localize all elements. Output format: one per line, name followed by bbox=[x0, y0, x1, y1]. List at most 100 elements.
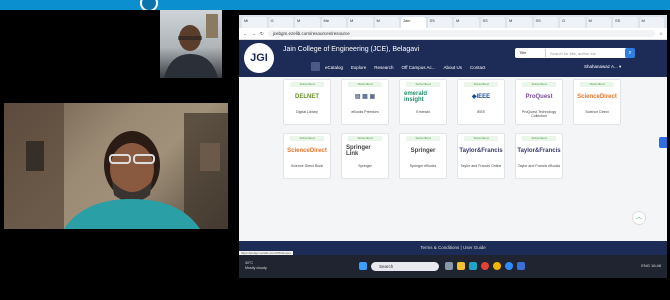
resource-caption: Taylor and Francis eBooks bbox=[517, 164, 561, 168]
task-view-icon[interactable] bbox=[445, 262, 453, 270]
resource-card[interactable]: Subscribed ◆IEEE IEEE bbox=[457, 79, 505, 125]
resource-card[interactable]: Subscribed ScienceDirect Science Direct Bo… bbox=[283, 133, 331, 179]
resource-caption: Science Direct Book bbox=[290, 164, 324, 168]
subscribed-badge: Subscribed bbox=[580, 82, 614, 87]
subscribed-badge: Subscribed bbox=[406, 136, 440, 141]
back-icon[interactable]: ← bbox=[243, 31, 248, 36]
resource-card[interactable]: Subscribed emerald insight Emerald bbox=[399, 79, 447, 125]
zoom-icon[interactable] bbox=[505, 262, 513, 270]
shared-screen-content: Mi G M Me M M Jain SS M SS M SS G M SS M ← → ↻ jcebgm.e… bbox=[239, 15, 667, 278]
resource-logo: Springer bbox=[410, 147, 436, 154]
browser-tab[interactable]: M bbox=[639, 17, 664, 28]
chat-widget-icon[interactable] bbox=[659, 137, 667, 148]
resource-caption: Emerald bbox=[416, 110, 430, 114]
chrome-icon[interactable] bbox=[481, 262, 489, 270]
subscribed-badge: Subscribed bbox=[290, 82, 324, 87]
edge-icon[interactable] bbox=[469, 262, 477, 270]
address-bar: ← → ↻ jcebgm.ezelib.com/resources/resour… bbox=[239, 28, 667, 40]
app-icon[interactable] bbox=[517, 262, 525, 270]
nav-explore[interactable]: Explore bbox=[351, 65, 366, 70]
home-icon[interactable] bbox=[311, 62, 320, 71]
url-field[interactable]: jcebgm.ezelib.com/resources/resource bbox=[267, 30, 655, 37]
site-footer[interactable]: Terms & Conditions | User Guide bbox=[239, 241, 667, 255]
browser-tab[interactable]: G bbox=[268, 17, 293, 28]
browser-tab[interactable]: M bbox=[454, 17, 479, 28]
resources-grid: Subscribed DELNET Digital Library Subscribe… bbox=[239, 77, 667, 241]
resource-card[interactable]: Subscribed Taylor&Francis Taylor and Franc… bbox=[457, 133, 505, 179]
scroll-top-button[interactable]: ︿ bbox=[632, 211, 646, 225]
search-box[interactable]: Title Search for title, author etc bbox=[515, 48, 633, 58]
resource-card[interactable]: Subscribed ScienceDirect Science Direct bbox=[573, 79, 621, 125]
bookmark-star-icon[interactable]: ☆ bbox=[659, 31, 663, 37]
video-tile-speaker[interactable] bbox=[4, 103, 228, 229]
browser-tab[interactable]: SS bbox=[427, 17, 452, 28]
browser-tab[interactable]: Jain bbox=[401, 17, 426, 28]
site-logo[interactable]: JGI bbox=[244, 43, 274, 73]
browser-tab[interactable]: M bbox=[295, 17, 320, 28]
resource-caption: ProQuest Technology Collection bbox=[521, 110, 557, 118]
resource-card[interactable]: Subscribed ▤ ▦ ▣ eBooks Premium bbox=[341, 79, 389, 125]
system-tray[interactable]: ENG 16:48 bbox=[641, 263, 661, 268]
meeting-top-bar bbox=[0, 0, 670, 12]
resource-logo: Taylor&Francis bbox=[459, 147, 503, 154]
browser-tab[interactable]: SS bbox=[613, 17, 638, 28]
resource-card[interactable]: Subscribed Springer Springer eBooks bbox=[399, 133, 447, 179]
chrome-icon-2[interactable] bbox=[493, 262, 501, 270]
subscribed-badge: Subscribed bbox=[348, 136, 382, 141]
reload-icon[interactable]: ↻ bbox=[260, 31, 264, 37]
resource-logo: ◆IEEE bbox=[471, 94, 491, 100]
file-explorer-icon[interactable] bbox=[457, 262, 465, 270]
browser-tab[interactable]: SS bbox=[480, 17, 505, 28]
user-menu[interactable]: Shahanawaz A... ▾ bbox=[584, 64, 621, 70]
taskbar-search[interactable]: Search bbox=[371, 262, 439, 271]
search-button[interactable]: ⌕ bbox=[625, 48, 635, 58]
browser-tab[interactable]: M bbox=[374, 17, 399, 28]
speaker-video bbox=[4, 103, 228, 229]
subscribed-badge: Subscribed bbox=[464, 136, 498, 141]
resource-card[interactable]: Subscribed DELNET Digital Library bbox=[283, 79, 331, 125]
resource-card[interactable]: Subscribed ProQuest ProQuest Technology Co… bbox=[515, 79, 563, 125]
resource-caption: Taylor and Francis Online bbox=[460, 164, 502, 168]
browser-tab[interactable]: Me bbox=[321, 17, 346, 28]
resource-caption: Springer bbox=[358, 164, 372, 168]
resource-caption: eBooks Premium bbox=[351, 110, 379, 114]
resource-logo: ScienceDirect bbox=[287, 147, 327, 154]
participant-person-icon bbox=[164, 14, 218, 78]
browser-tab-strip: Mi G M Me M M Jain SS M SS M SS G M SS M bbox=[239, 15, 667, 28]
browser-tab[interactable]: Mi bbox=[242, 17, 267, 28]
subscribed-badge: Subscribed bbox=[464, 82, 498, 87]
nav-ecatalog[interactable]: eCatalog bbox=[325, 65, 343, 70]
resource-logo: Taylor&Francis bbox=[517, 147, 561, 154]
search-scope-select[interactable]: Title bbox=[516, 49, 546, 57]
resource-logo: ScienceDirect bbox=[577, 93, 617, 100]
start-icon[interactable] bbox=[359, 262, 367, 270]
resource-logo: DELNET bbox=[295, 93, 319, 100]
subscribed-badge: Subscribed bbox=[522, 82, 556, 87]
shared-screen: Mi G M Me M M Jain SS M SS M SS G M SS M ← → ↻ jcebgm.e… bbox=[236, 10, 670, 300]
resource-caption: IEEE bbox=[476, 110, 486, 114]
weather-widget[interactable]: 30°C Mostly cloudy bbox=[245, 261, 267, 270]
participant-video bbox=[160, 10, 222, 78]
browser-tab[interactable]: SS bbox=[533, 17, 558, 28]
resource-card[interactable]: Subscribed Springer Link Springer bbox=[341, 133, 389, 179]
search-input[interactable]: Search for title, author etc bbox=[546, 51, 596, 56]
subscribed-badge: Subscribed bbox=[522, 136, 556, 141]
nav-about[interactable]: About Us bbox=[443, 65, 462, 70]
browser-tab[interactable]: M bbox=[348, 17, 373, 28]
forward-icon[interactable]: → bbox=[252, 31, 257, 36]
resource-caption: Science Direct bbox=[585, 110, 609, 114]
resource-caption: Springer eBooks bbox=[409, 164, 437, 168]
browser-tab[interactable]: M bbox=[586, 17, 611, 28]
browser-tab[interactable]: G bbox=[560, 17, 585, 28]
subscribed-badge: Subscribed bbox=[348, 82, 382, 87]
nav-research[interactable]: Research bbox=[374, 65, 393, 70]
nav-contact[interactable]: Contact bbox=[470, 65, 486, 70]
resource-logo: emerald insight bbox=[404, 90, 428, 103]
resource-logo: Springer Link bbox=[346, 144, 371, 157]
video-tile-participant-1[interactable] bbox=[0, 10, 228, 103]
site-header: JGI Jain College of Engineering (JCE), B… bbox=[239, 40, 667, 78]
subscribed-badge: Subscribed bbox=[290, 136, 324, 141]
browser-tab[interactable]: M bbox=[507, 17, 532, 28]
nav-off-campus[interactable]: Off Campus Ac... bbox=[402, 65, 436, 70]
resource-card[interactable]: Subscribed Taylor&Francis Taylor and Franc… bbox=[515, 133, 563, 179]
